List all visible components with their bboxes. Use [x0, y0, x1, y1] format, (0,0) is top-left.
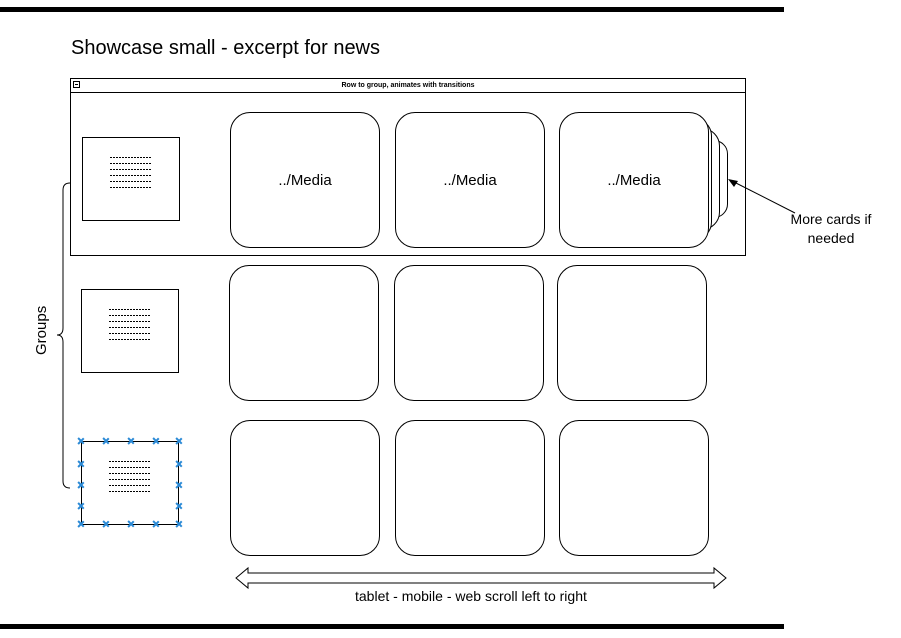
more-cards-label: More cards if needed: [790, 211, 872, 246]
groups-label: Groups: [33, 305, 50, 355]
scroll-double-arrow: [235, 566, 727, 590]
diagram-connectors: [56, 179, 796, 590]
scroll-direction-label: tablet - mobile - web scroll left to rig…: [355, 588, 587, 604]
groups-brace: [56, 182, 71, 489]
more-cards-arrowhead: [728, 179, 738, 187]
more-cards-arrow: [731, 180, 796, 214]
